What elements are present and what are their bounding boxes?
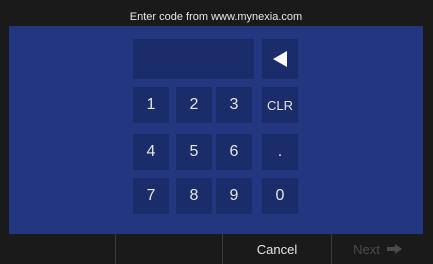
- code-input-display[interactable]: [133, 39, 254, 79]
- arrow-right-icon: [386, 244, 402, 254]
- keypad-key-4[interactable]: 4: [133, 134, 169, 170]
- keypad-key-9[interactable]: 9: [216, 178, 252, 214]
- page-title: Enter code from www.mynexia.com: [9, 7, 423, 26]
- keypad-key-5[interactable]: 5: [176, 134, 212, 170]
- keypad-key-6[interactable]: 6: [216, 134, 252, 170]
- bottom-bar: Cancel Next: [9, 234, 423, 264]
- keypad-key-3[interactable]: 3: [216, 87, 252, 123]
- clear-button[interactable]: CLR: [262, 87, 298, 123]
- bottom-slot-2: [116, 234, 223, 264]
- next-label: Next: [353, 241, 380, 257]
- backspace-icon: [273, 51, 287, 67]
- next-button[interactable]: Next: [332, 234, 423, 264]
- backspace-button[interactable]: [262, 39, 298, 79]
- code-entry-screen: Enter code from www.mynexia.com 1 2 3 CL…: [0, 0, 433, 264]
- keypad-key-7[interactable]: 7: [133, 178, 169, 214]
- keypad-key-2[interactable]: 2: [176, 87, 212, 123]
- cancel-label: Cancel: [256, 241, 298, 257]
- keypad-key-1[interactable]: 1: [133, 87, 169, 123]
- bottom-slot-1: [9, 234, 116, 264]
- cancel-button[interactable]: Cancel: [223, 234, 332, 264]
- keypad-key-dot[interactable]: .: [262, 134, 298, 170]
- keypad-key-0[interactable]: 0: [262, 178, 298, 214]
- keypad-key-8[interactable]: 8: [176, 178, 212, 214]
